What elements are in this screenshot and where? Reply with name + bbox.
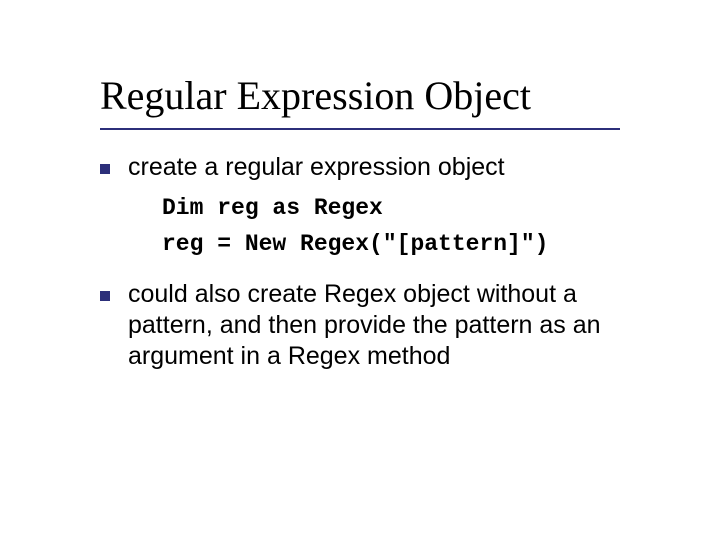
bullet-text: create a regular expression object <box>128 152 505 183</box>
bullet-item: could also create Regex object without a… <box>100 279 640 373</box>
slide-body: create a regular expression object Dim r… <box>100 152 640 378</box>
bullet-item: create a regular expression object <box>100 152 640 183</box>
slide: Regular Expression Object create a regul… <box>0 0 720 540</box>
bullet-marker-icon <box>100 164 110 174</box>
bullet-text: could also create Regex object without a… <box>128 279 640 373</box>
title-underline <box>100 128 620 130</box>
code-block: Dim reg as Regex reg = New Regex("[patte… <box>162 191 640 262</box>
bullet-marker-icon <box>100 291 110 301</box>
slide-title: Regular Expression Object <box>100 72 531 119</box>
